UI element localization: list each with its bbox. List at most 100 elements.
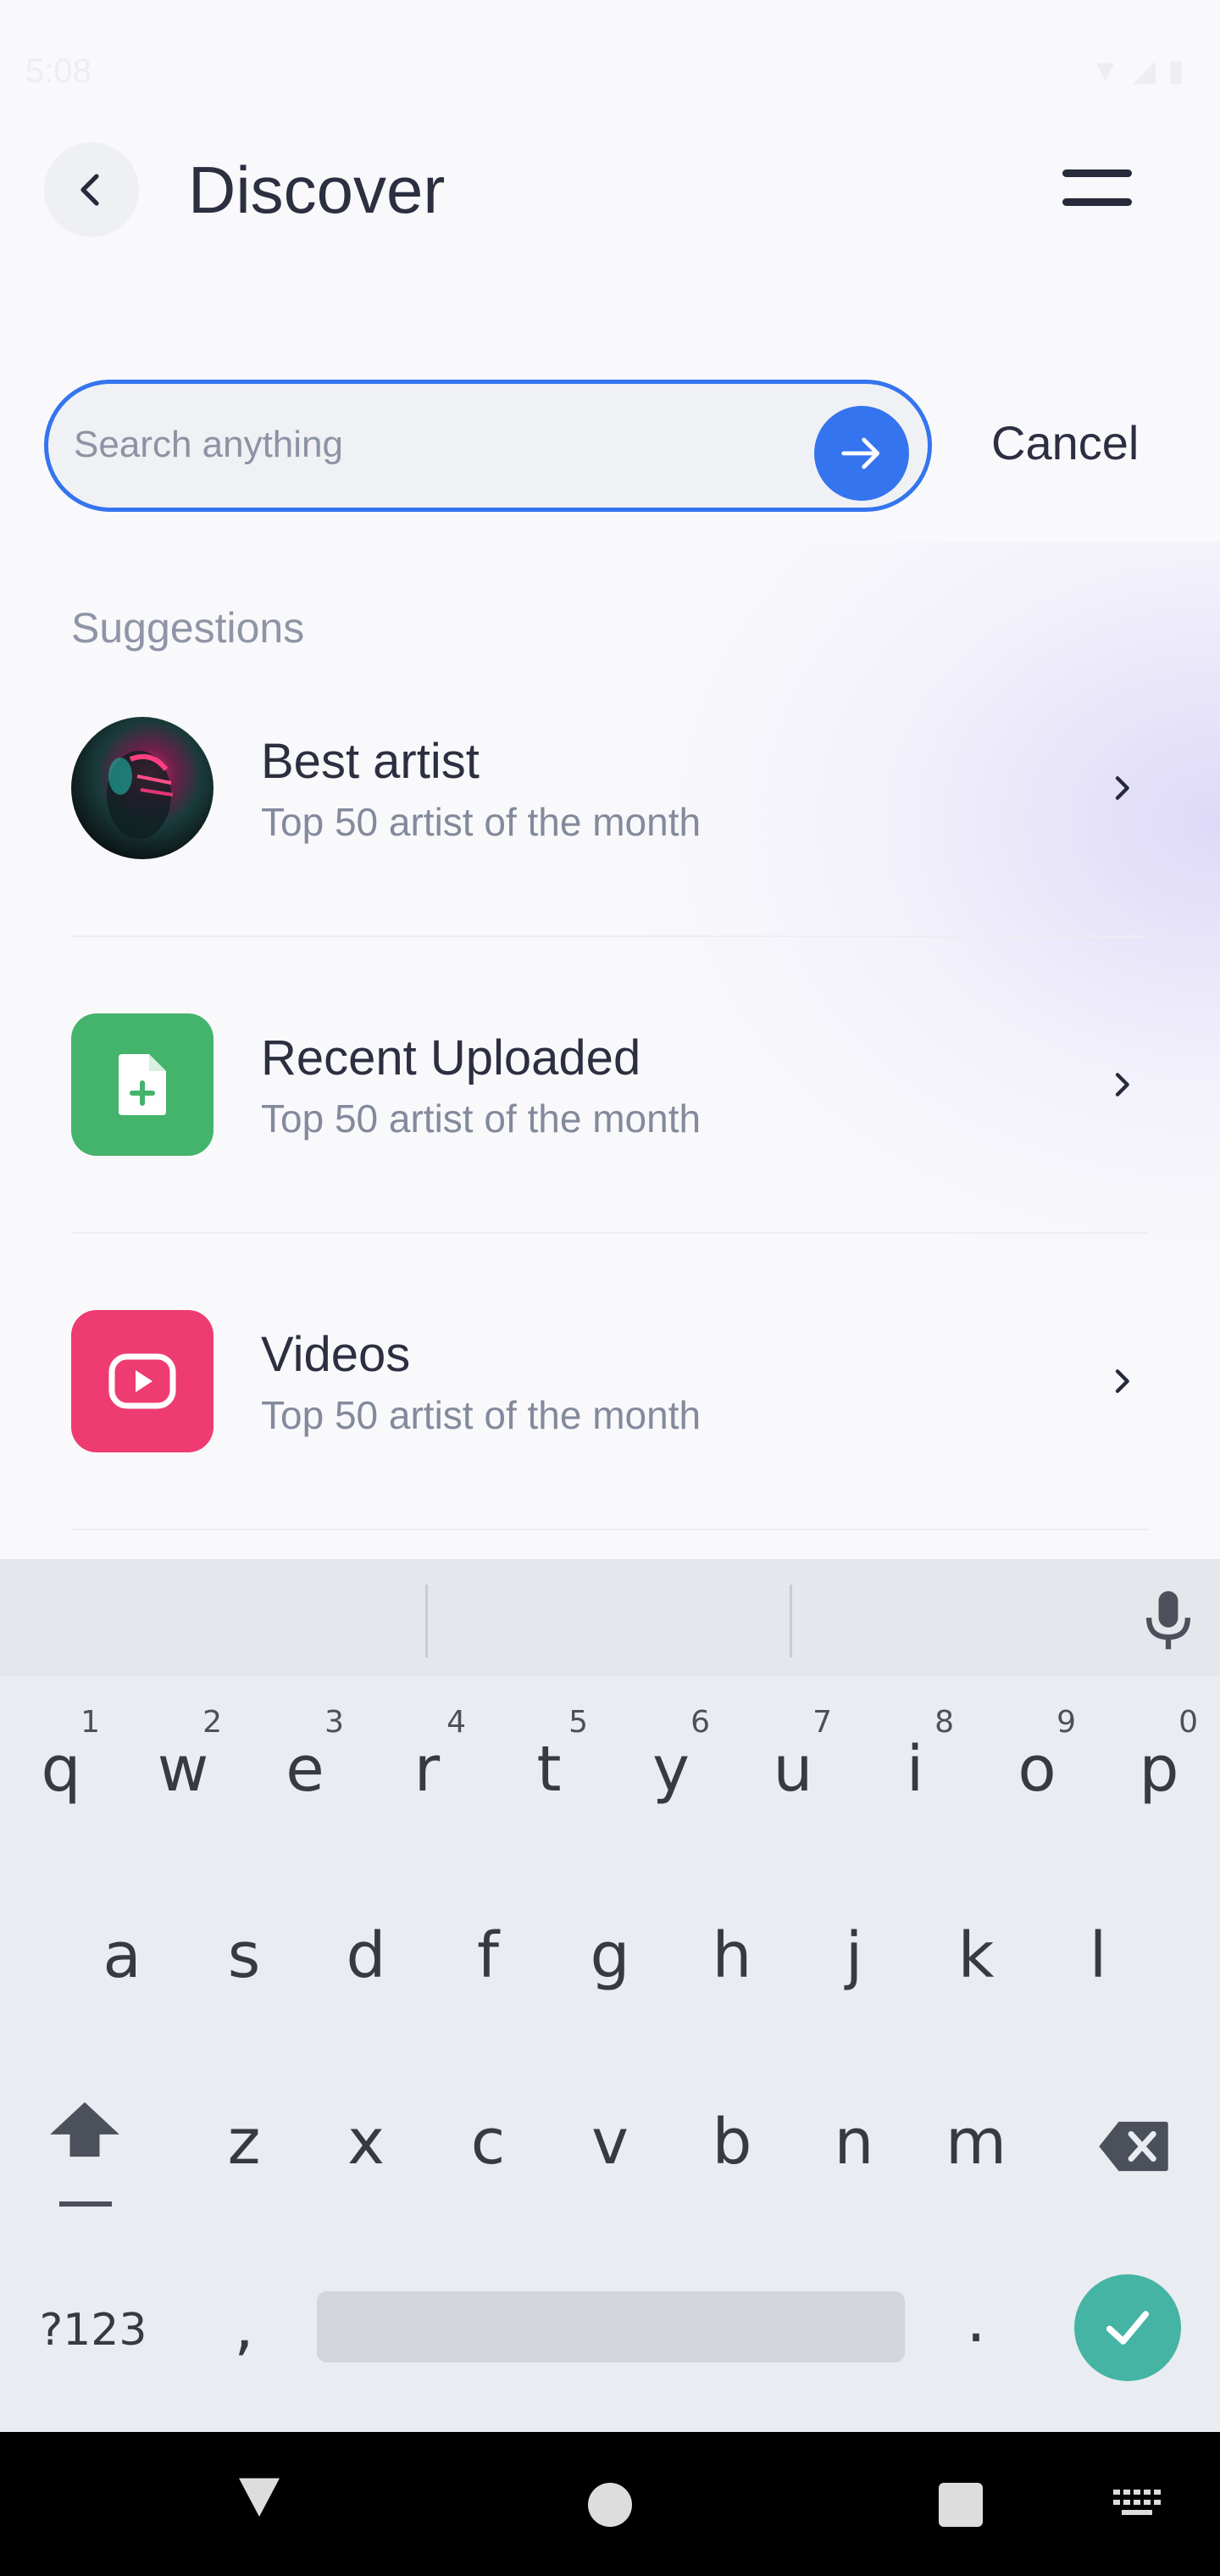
backspace-icon (1099, 2121, 1168, 2172)
key-r[interactable]: r4 (368, 1685, 486, 1854)
key-i[interactable]: i8 (856, 1685, 974, 1854)
suggestion-subtitle: Top 50 artist of the month (261, 800, 702, 844)
key-label: h (712, 1919, 752, 1992)
key-t[interactable]: t5 (490, 1685, 608, 1854)
key-s[interactable]: s (185, 1871, 303, 2040)
key-number-hint: 0 (1178, 1705, 1198, 1740)
key-number-hint: 2 (202, 1705, 222, 1740)
key-label: r (413, 1733, 441, 1806)
key-o[interactable]: o9 (978, 1685, 1096, 1854)
play-video-icon (108, 1353, 176, 1409)
key-label: l (1089, 1919, 1107, 1992)
status-time: 5:08 (25, 53, 92, 90)
checkmark-icon (1106, 2311, 1150, 2345)
key-a[interactable]: a (63, 1871, 181, 2040)
shift-underline (59, 2201, 112, 2207)
search-submit-button[interactable] (814, 406, 909, 501)
videos-thumb (71, 1310, 214, 1452)
key-q[interactable]: q1 (2, 1685, 120, 1854)
space-key[interactable] (317, 2291, 905, 2362)
key-m[interactable]: m (917, 2057, 1035, 2227)
key-y[interactable]: y6 (612, 1685, 730, 1854)
key-number-hint: 4 (446, 1705, 466, 1740)
divider (71, 935, 1149, 937)
key-k[interactable]: k (917, 1871, 1035, 2040)
back-button[interactable] (44, 142, 139, 237)
key-l[interactable]: l (1039, 1871, 1157, 2040)
period-key[interactable]: . (917, 2235, 1035, 2405)
menu-button[interactable] (1062, 166, 1139, 214)
key-label: w (157, 1733, 209, 1806)
chevron-right-icon (1095, 1058, 1149, 1112)
key-w[interactable]: w2 (124, 1685, 242, 1854)
key-j[interactable]: j (795, 1871, 913, 2040)
soft-keyboard: ?123 , . q1w2e3r4t5y6u7i8o9p0asdfghjklzx… (0, 1676, 1220, 2432)
chevron-right-icon (1095, 761, 1149, 815)
key-label: o (1018, 1733, 1056, 1806)
key-b[interactable]: b (673, 2057, 791, 2227)
key-label: g (590, 1919, 630, 1992)
chevron-left-icon (80, 174, 99, 206)
key-label: f (476, 1919, 500, 1992)
suggestion-subtitle: Top 50 artist of the month (261, 1393, 702, 1437)
delete-key[interactable] (1091, 2108, 1176, 2185)
key-number-hint: 9 (1056, 1705, 1076, 1740)
status-bar: 5:08 ▼◢▮ (0, 0, 1220, 144)
menu-icon-line (1062, 198, 1132, 206)
key-label: z (227, 2106, 261, 2179)
key-label: y (652, 1733, 690, 1806)
key-f[interactable]: f (429, 1871, 547, 2040)
key-label: n (834, 2106, 874, 2179)
comma-key[interactable]: , (185, 2242, 303, 2412)
key-label: i (906, 1733, 924, 1806)
enter-key[interactable] (1074, 2274, 1181, 2381)
artist-photo-icon (107, 751, 174, 839)
nav-back-icon[interactable] (232, 2469, 286, 2523)
key-label: a (103, 1919, 141, 1992)
key-label: b (712, 2106, 752, 2179)
nav-recents-icon[interactable] (939, 2483, 983, 2527)
key-h[interactable]: h (673, 1871, 791, 2040)
key-label: k (957, 1919, 995, 1992)
search-input[interactable] (74, 418, 819, 472)
divider (71, 1232, 1149, 1234)
key-z[interactable]: z (185, 2057, 303, 2227)
key-g[interactable]: g (551, 1871, 669, 2040)
key-label: p (1139, 1733, 1179, 1806)
key-number-hint: 3 (324, 1705, 344, 1740)
suggestion-item-recent-uploaded[interactable]: Recent Uploaded Top 50 artist of the mon… (71, 1013, 1149, 1308)
status-icons: ▼◢▮ (1090, 53, 1196, 87)
key-c[interactable]: c (429, 2057, 547, 2227)
key-d[interactable]: d (307, 1871, 425, 2040)
key-number-hint: 6 (690, 1705, 710, 1740)
system-nav-bar (0, 2432, 1220, 2576)
key-x[interactable]: x (307, 2057, 425, 2227)
key-number-hint: 8 (934, 1705, 954, 1740)
key-n[interactable]: n (795, 2057, 913, 2227)
menu-icon (1062, 169, 1132, 177)
key-label: e (286, 1733, 324, 1806)
strip-separator (425, 1585, 428, 1657)
cancel-button[interactable]: Cancel (991, 415, 1139, 470)
key-e[interactable]: e3 (246, 1685, 364, 1854)
key-number-hint: 7 (812, 1705, 832, 1740)
shift-key[interactable] (34, 2100, 136, 2218)
key-p[interactable]: p0 (1100, 1685, 1218, 1854)
suggestion-title: Best artist (261, 734, 480, 789)
symbols-key[interactable]: ?123 (34, 2246, 152, 2415)
artist-avatar (71, 717, 214, 859)
microphone-button[interactable] (1139, 1586, 1198, 1654)
keyboard-switch-icon[interactable] (1112, 2486, 1162, 2523)
recent-uploaded-thumb (71, 1013, 214, 1156)
key-label: c (470, 2106, 506, 2179)
key-label: s (227, 1919, 261, 1992)
key-v[interactable]: v (551, 2057, 669, 2227)
microphone-icon (1146, 1591, 1190, 1650)
shift-arrow-icon (50, 2101, 119, 2157)
chevron-right-icon (1095, 1354, 1149, 1408)
nav-home-icon[interactable] (588, 2483, 632, 2527)
key-u[interactable]: u7 (734, 1685, 852, 1854)
key-label: d (346, 1919, 386, 1992)
suggestion-item-best-artist[interactable]: Best artist Top 50 artist of the month (71, 717, 1149, 1012)
divider (71, 1529, 1149, 1530)
